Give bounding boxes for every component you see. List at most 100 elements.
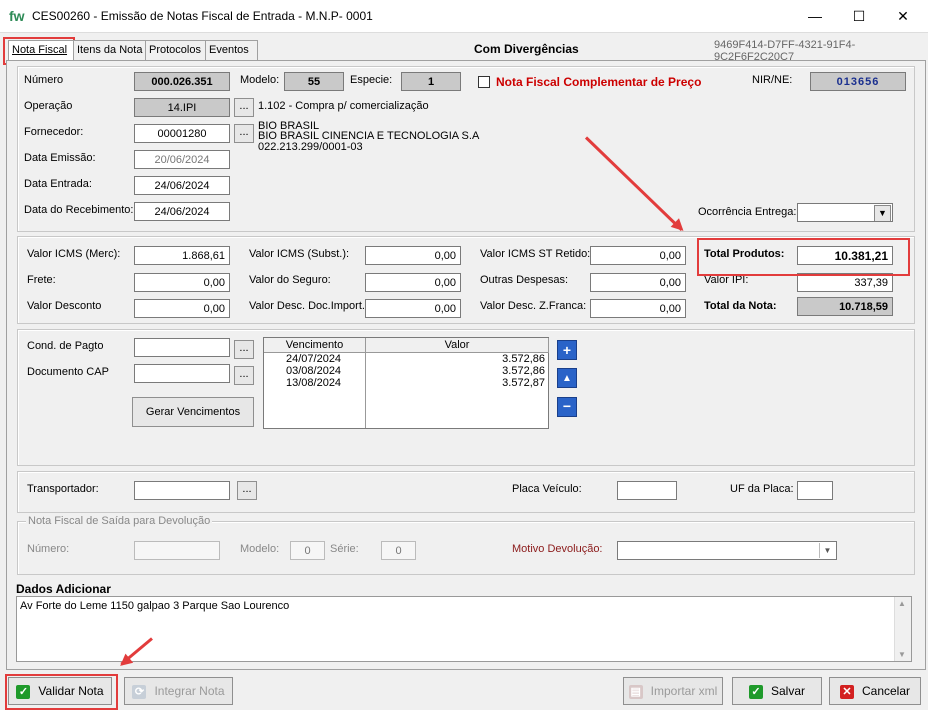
col-vencimento[interactable]: Vencimento — [264, 338, 366, 353]
dev-numero-field — [134, 541, 220, 560]
cond-pagto-field[interactable] — [134, 338, 230, 357]
outras-despesas-field[interactable]: 0,00 — [590, 273, 686, 292]
fornecedor-lookup-button[interactable]: ... — [234, 124, 254, 143]
numero-label: Número — [24, 74, 64, 86]
tab-protocolos[interactable]: Protocolos — [145, 40, 208, 60]
total-nota-label: Total da Nota: — [704, 300, 777, 312]
modelo-field: 55 — [284, 72, 344, 91]
minimize-button[interactable]: — — [792, 0, 838, 32]
dados-adicionais-textarea[interactable]: Av Forte do Leme 1150 galpao 3 Parque Sa… — [16, 596, 912, 662]
uf-field[interactable] — [797, 481, 833, 500]
scroll-down-icon[interactable]: ▼ — [898, 650, 906, 659]
uf-label: UF da Placa: — [730, 483, 794, 495]
seguro-field[interactable]: 0,00 — [365, 273, 461, 292]
emissao-field: 20/06/2024 — [134, 150, 230, 169]
maximize-button[interactable]: ☐ — [836, 0, 882, 32]
importar-xml-label: Importar xml — [650, 684, 718, 698]
dev-modelo-label: Modelo: — [240, 543, 280, 555]
check-icon: ✓ — [16, 684, 31, 699]
nir-label: NIR/NE: — [752, 74, 793, 86]
chevron-down-icon: ▼ — [819, 543, 835, 558]
entrada-field[interactable]: 24/06/2024 — [134, 176, 230, 195]
transportador-field[interactable] — [134, 481, 230, 500]
transportador-lookup-button[interactable]: ... — [237, 481, 257, 500]
validar-nota-button[interactable]: ✓ Validar Nota — [8, 677, 112, 705]
operacao-label: Operação — [24, 100, 73, 112]
documento-cap-label: Documento CAP — [27, 366, 109, 378]
icms-merc-field[interactable]: 1.868,61 — [134, 246, 230, 265]
importar-xml-button: ▤ Importar xml — [623, 677, 723, 705]
tab-eventos[interactable]: Eventos — [205, 40, 258, 60]
complementar-checkbox[interactable] — [478, 76, 490, 88]
tab-nota-fiscal[interactable]: Nota Fiscal — [8, 40, 76, 60]
valor-cell: 3.572,86 — [502, 353, 545, 365]
remove-row-icon[interactable]: − — [557, 397, 577, 417]
app-logo: fw — [9, 8, 25, 24]
entrada-label: Data Entrada: — [24, 178, 92, 190]
scroll-up-icon[interactable]: ▲ — [898, 599, 906, 608]
dev-serie-label: Série: — [330, 543, 359, 555]
desconto-label: Valor Desconto — [27, 300, 102, 312]
operacao-field[interactable]: 14.IPI — [134, 98, 230, 117]
emissao-label: Data Emissão: — [24, 152, 96, 164]
desc-import-field[interactable]: 0,00 — [365, 299, 461, 318]
dev-serie-field: 0 — [381, 541, 416, 560]
cond-pagto-lookup-button[interactable]: ... — [234, 340, 254, 359]
outras-despesas-label: Outras Despesas: — [480, 274, 569, 286]
scrollbar[interactable]: ▲ ▼ — [894, 597, 911, 661]
icms-st-field[interactable]: 0,00 — [590, 246, 686, 265]
valor-cell: 3.572,86 — [502, 365, 545, 377]
especie-label: Especie: — [350, 74, 393, 86]
motivo-devolucao-select[interactable]: ▼ — [617, 541, 837, 560]
table-row[interactable]: 13/08/2024 3.572,87 — [264, 377, 548, 389]
operacao-description: 1.102 - Compra p/ comercialização — [258, 100, 429, 112]
window-title: CES00260 - Emissão de Notas Fiscal de En… — [32, 9, 373, 23]
gerar-vencimentos-button[interactable]: Gerar Vencimentos — [132, 397, 254, 427]
motivo-devolucao-label: Motivo Devolução: — [512, 543, 603, 555]
table-row[interactable]: 24/07/2024 3.572,86 — [264, 353, 548, 365]
icms-merc-label: Valor ICMS (Merc): — [27, 248, 121, 260]
documento-cap-lookup-button[interactable]: ... — [234, 366, 254, 385]
desconto-field[interactable]: 0,00 — [134, 299, 230, 318]
cancelar-button[interactable]: ✕ Cancelar — [829, 677, 921, 705]
desc-zf-field[interactable]: 0,00 — [590, 299, 686, 318]
icms-subst-field[interactable]: 0,00 — [365, 246, 461, 265]
tab-itens-da-nota[interactable]: Itens da Nota — [73, 40, 148, 60]
integrate-icon: ⟳ — [132, 684, 147, 699]
check-icon: ✓ — [748, 684, 763, 699]
frete-field[interactable]: 0,00 — [134, 273, 230, 292]
vencimentos-grid[interactable]: Vencimento Valor 24/07/2024 3.572,86 03/… — [263, 337, 549, 429]
ocorrencia-label: Ocorrência Entrega: — [698, 206, 797, 218]
close-button[interactable]: ✕ — [880, 0, 926, 32]
table-row[interactable]: 03/08/2024 3.572,86 — [264, 365, 548, 377]
placa-field[interactable] — [617, 481, 677, 500]
ocorrencia-select[interactable]: ▼ — [797, 203, 893, 222]
numero-field: 000.026.351 — [134, 72, 230, 91]
status-label: Com Divergências — [474, 42, 579, 56]
fornecedor-field[interactable]: 00001280 — [134, 124, 230, 143]
transportador-label: Transportador: — [27, 483, 99, 495]
frete-label: Frete: — [27, 274, 56, 286]
recebimento-field[interactable]: 24/06/2024 — [134, 202, 230, 221]
operacao-lookup-button[interactable]: ... — [234, 98, 254, 117]
dev-modelo-field: 0 — [290, 541, 325, 560]
icms-subst-label: Valor ICMS (Subst.): — [249, 248, 350, 260]
documento-cap-field[interactable] — [134, 364, 230, 383]
close-icon: ✕ — [839, 684, 854, 699]
salvar-label: Salvar — [770, 684, 805, 698]
nir-field: 013656 — [810, 72, 906, 91]
cancelar-label: Cancelar — [861, 684, 911, 698]
title-bar: fw CES00260 - Emissão de Notas Fiscal de… — [0, 0, 928, 33]
validar-nota-label: Validar Nota — [38, 684, 104, 698]
add-row-icon[interactable]: + — [557, 340, 577, 360]
fornecedor-cnpj: 022.213.299/0001-03 — [258, 141, 363, 153]
valor-cell: 3.572,87 — [502, 377, 545, 389]
move-up-icon[interactable]: ▲ — [557, 368, 577, 388]
xml-icon: ▤ — [628, 684, 643, 699]
venc-cell: 03/08/2024 — [286, 365, 342, 377]
chevron-down-icon: ▼ — [874, 205, 891, 221]
col-valor[interactable]: Valor — [366, 338, 549, 353]
salvar-button[interactable]: ✓ Salvar — [732, 677, 822, 705]
total-nota-field: 10.718,59 — [797, 297, 893, 316]
desc-import-label: Valor Desc. Doc.Import. — [249, 300, 365, 312]
